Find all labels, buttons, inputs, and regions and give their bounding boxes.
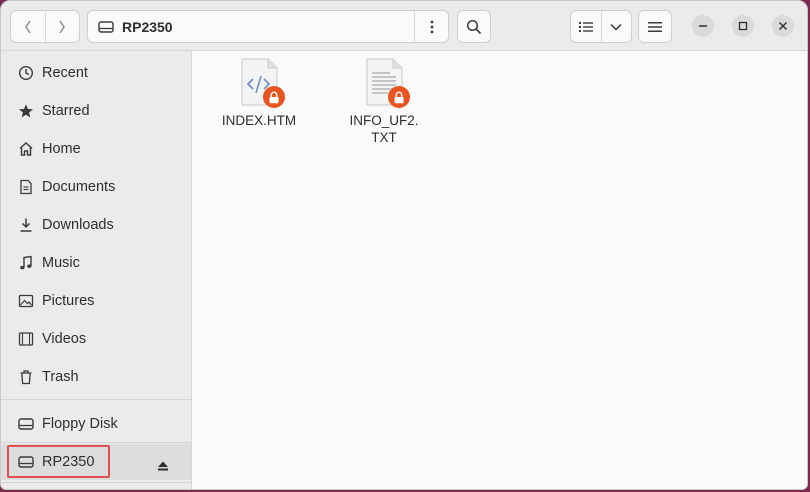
sidebar-item-label: Starred (42, 103, 90, 119)
minimize-icon (699, 25, 707, 27)
search-button[interactable] (457, 10, 491, 43)
file-name: INDEX.HTM (221, 113, 297, 128)
view-switcher (570, 10, 632, 43)
sidebar-item-home[interactable]: Home (1, 131, 191, 167)
close-button[interactable] (772, 15, 794, 37)
chevron-right-icon (59, 20, 66, 33)
forward-button[interactable] (44, 11, 80, 42)
search-icon (466, 19, 482, 34)
video-icon (17, 331, 34, 348)
html-file-icon (239, 58, 285, 108)
file-name: INFO_UF2. TXT (349, 113, 419, 145)
list-view-icon (578, 21, 593, 32)
clock-icon (17, 65, 34, 82)
file-view: INDEX.HTM INFO_UF2. TXT (193, 51, 807, 489)
sidebar-item-floppy-disk[interactable]: Floppy Disk (1, 406, 191, 442)
sidebar-item-label: Videos (42, 331, 87, 347)
path-label: RP2350 (122, 18, 173, 35)
sidebar-item-recent[interactable]: Recent (1, 55, 191, 91)
highlight-box (7, 445, 110, 478)
music-icon (17, 255, 34, 272)
download-icon (17, 217, 34, 234)
eject-icon (158, 461, 168, 471)
drive-icon (17, 416, 34, 433)
lock-icon (388, 86, 410, 108)
sidebar-divider (1, 482, 191, 483)
path-crumb-current[interactable]: RP2350 (88, 11, 414, 42)
picture-icon (17, 293, 34, 310)
sidebar: Recent Starred Home Documents Downloads (1, 51, 192, 489)
navigation-buttons (10, 10, 80, 43)
maximize-button[interactable] (732, 15, 754, 37)
home-icon (17, 141, 34, 158)
drive-icon (98, 20, 114, 33)
sidebar-item-videos[interactable]: Videos (1, 321, 191, 357)
sidebar-item-pictures[interactable]: Pictures (1, 283, 191, 319)
minimize-button[interactable] (692, 15, 714, 37)
sidebar-item-trash[interactable]: Trash (1, 359, 191, 395)
hamburger-menu-icon (648, 21, 662, 32)
header-bar: RP2350 (1, 1, 807, 51)
file-manager-window: RP2350 Recent Starred Home Documents Dow… (0, 0, 808, 490)
view-options-button[interactable] (600, 11, 632, 42)
sidebar-item-label: Downloads (42, 217, 114, 233)
close-icon (779, 22, 787, 30)
chevron-left-icon (24, 20, 31, 33)
path-bar: RP2350 (87, 10, 449, 43)
sidebar-divider (1, 399, 191, 400)
file-item-index-htm[interactable]: INDEX.HTM (204, 58, 314, 129)
sidebar-item-label: Home (42, 141, 81, 157)
path-menu-button[interactable] (414, 11, 448, 42)
eject-button[interactable] (157, 458, 169, 476)
main-menu-button[interactable] (638, 10, 672, 43)
sidebar-item-label: Documents (42, 179, 116, 195)
sidebar-divider (1, 442, 191, 443)
sidebar-item-documents[interactable]: Documents (1, 169, 191, 205)
maximize-icon (738, 21, 748, 31)
sidebar-item-label: Recent (42, 65, 88, 81)
sidebar-item-downloads[interactable]: Downloads (1, 207, 191, 243)
sidebar-item-label: Music (42, 255, 80, 271)
sidebar-item-label: Trash (42, 369, 79, 385)
list-view-button[interactable] (571, 11, 601, 42)
trash-icon (17, 369, 34, 386)
sidebar-item-label: Pictures (42, 293, 95, 309)
sidebar-item-starred[interactable]: Starred (1, 93, 191, 129)
lock-icon (263, 86, 285, 108)
sidebar-item-label: Floppy Disk (42, 416, 118, 432)
text-file-icon (364, 58, 410, 108)
back-button[interactable] (11, 11, 45, 42)
chevron-down-icon (610, 23, 622, 31)
file-item-info-uf2-txt[interactable]: INFO_UF2. TXT (329, 58, 439, 146)
star-icon (17, 103, 34, 120)
sidebar-item-music[interactable]: Music (1, 245, 191, 281)
vertical-dots-icon (430, 20, 433, 33)
document-icon (17, 179, 34, 196)
